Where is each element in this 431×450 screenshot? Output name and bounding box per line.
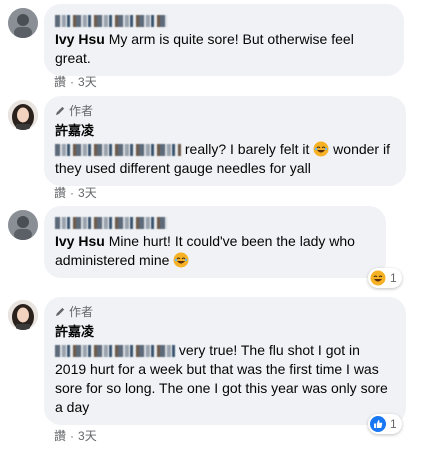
- laughing-emoji-icon: [173, 252, 189, 268]
- timestamp[interactable]: 3天: [78, 75, 97, 89]
- comment-text-block: Ivy Hsu My arm is quite sore! But otherw…: [55, 30, 392, 68]
- comment-meta: 讚 · 3天: [54, 185, 97, 201]
- author-badge-row: 作者: [55, 103, 394, 119]
- like-reaction-icon: [370, 416, 386, 432]
- comment-bubble: 作者 許嘉凌 very true! The flu shot I got in …: [44, 297, 406, 425]
- like-action[interactable]: 讚: [54, 429, 66, 443]
- author-badge: 作者: [69, 305, 94, 319]
- tagged-user[interactable]: Ivy Hsu: [55, 233, 105, 249]
- comment-bubble: 作者 許嘉凌 really? I barely felt it wonder i…: [44, 96, 406, 186]
- comment-text: really? I barely felt it: [184, 141, 310, 157]
- author-badge: 作者: [69, 104, 94, 118]
- redacted-username[interactable]: [55, 15, 167, 28]
- author-name[interactable]: 許嘉凌: [55, 122, 394, 140]
- author-avatar-icon: [8, 300, 38, 330]
- author-badge-row: 作者: [55, 304, 394, 320]
- avatar[interactable]: [8, 210, 38, 240]
- comment-text-block: Ivy Hsu Mine hurt! It could've been the …: [55, 232, 374, 270]
- separator-dot: ·: [70, 186, 75, 200]
- reaction-summary[interactable]: 1: [368, 268, 402, 288]
- pencil-icon: [55, 307, 65, 317]
- redacted-username[interactable]: [55, 217, 167, 230]
- like-action[interactable]: 讚: [54, 186, 66, 200]
- like-action[interactable]: 讚: [54, 75, 66, 89]
- laughing-emoji-icon: [313, 141, 329, 157]
- comment-meta: 讚 · 3天: [54, 428, 97, 444]
- haha-reaction-icon: [370, 270, 386, 286]
- separator-dot: ·: [70, 429, 75, 443]
- user-avatar-icon: [8, 8, 38, 38]
- tagged-user[interactable]: Ivy Hsu: [55, 31, 105, 47]
- reaction-count: 1: [390, 417, 397, 431]
- avatar[interactable]: [8, 8, 38, 38]
- redacted-mentions[interactable]: [55, 345, 175, 358]
- comment-bubble: Ivy Hsu Mine hurt! It could've been the …: [44, 206, 386, 278]
- separator-dot: ·: [70, 75, 75, 89]
- comment-meta: 讚 · 3天: [54, 74, 97, 90]
- comment-bubble: Ivy Hsu My arm is quite sore! But otherw…: [44, 4, 404, 76]
- timestamp[interactable]: 3天: [78, 429, 97, 443]
- pencil-icon: [55, 106, 65, 116]
- redacted-mentions[interactable]: [55, 144, 181, 157]
- avatar[interactable]: [8, 100, 38, 130]
- reaction-count: 1: [390, 271, 397, 285]
- author-avatar-icon: [8, 100, 38, 130]
- comment-text-block: really? I barely felt it wonder if they …: [55, 140, 394, 178]
- timestamp[interactable]: 3天: [78, 186, 97, 200]
- author-name[interactable]: 許嘉凌: [55, 323, 394, 341]
- avatar[interactable]: [8, 300, 38, 330]
- comment-text-block: very true! The flu shot I got in 2019 hu…: [55, 341, 394, 417]
- user-avatar-icon: [8, 210, 38, 240]
- reaction-summary[interactable]: 1: [368, 414, 402, 434]
